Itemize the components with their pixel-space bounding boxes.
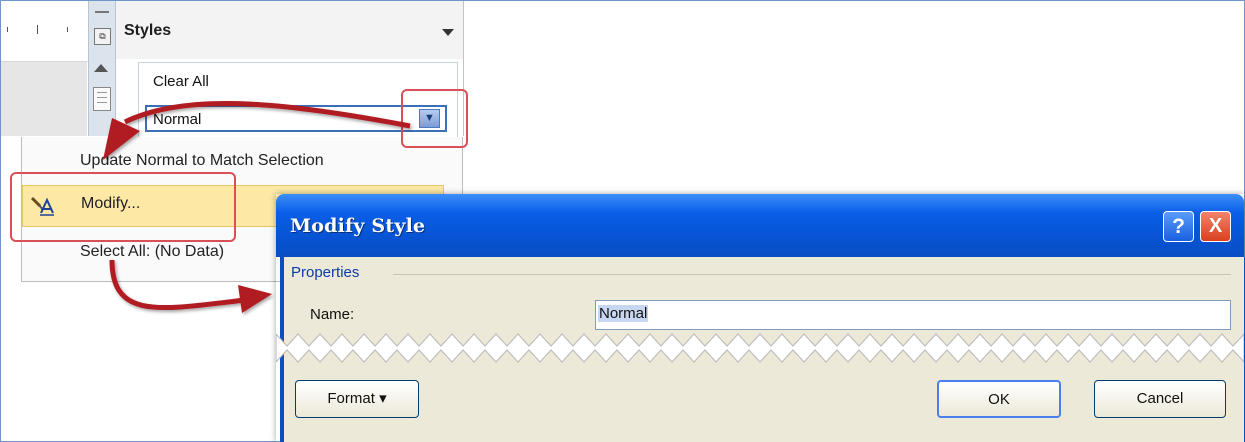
scroll-thumb[interactable] xyxy=(93,87,111,111)
clear-all-style[interactable]: Clear All xyxy=(153,73,209,90)
ok-button[interactable]: OK xyxy=(937,380,1061,418)
dropdown-arrow-icon[interactable] xyxy=(442,29,454,36)
name-field-value: Normal xyxy=(598,305,649,322)
horizontal-ruler xyxy=(1,1,89,62)
dialog-title: Modify Style xyxy=(290,215,426,237)
close-icon: X xyxy=(1208,215,1223,237)
cancel-button[interactable]: Cancel xyxy=(1094,380,1226,418)
name-field-label: Name: xyxy=(310,306,355,323)
task-pane-scrollbar[interactable]: ⧉ xyxy=(88,1,116,136)
help-icon: ? xyxy=(1172,215,1185,238)
torn-edge xyxy=(276,333,1244,363)
menu-item-update-normal[interactable]: Update Normal to Match Selection xyxy=(80,152,324,170)
section-divider xyxy=(393,274,1231,275)
format-button[interactable]: Format ▾ xyxy=(295,380,419,418)
properties-section-label: Properties xyxy=(291,264,360,281)
menu-item-select-all[interactable]: Select All: (No Data) xyxy=(80,243,224,261)
pane-options-icon[interactable]: ⧉ xyxy=(94,28,111,45)
callout-modify-highlight xyxy=(10,172,236,242)
styles-pane-title: Styles xyxy=(124,22,172,39)
scroll-up-icon[interactable] xyxy=(94,64,108,72)
help-button[interactable]: ? xyxy=(1163,211,1194,242)
normal-style-label: Normal xyxy=(153,111,202,128)
document-gray-area xyxy=(1,62,87,136)
callout-dropdown-highlight xyxy=(401,89,468,148)
close-button[interactable]: X xyxy=(1200,211,1231,242)
